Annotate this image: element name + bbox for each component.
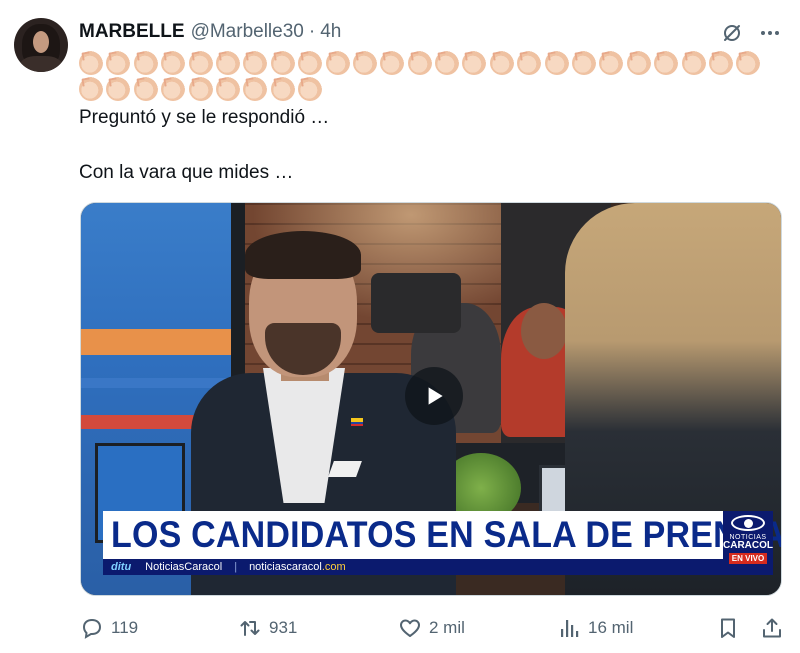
lower-third: LOS CANDIDATOS EN SALA DE PRENSA	[103, 511, 781, 559]
tweet-timestamp[interactable]: 4h	[320, 21, 341, 43]
clap-emoji-icon	[106, 77, 131, 101]
clap-emoji-icon	[626, 51, 651, 75]
avatar-face	[33, 31, 49, 53]
flag-pin	[351, 418, 363, 426]
clap-emoji-icon	[325, 51, 350, 75]
play-button[interactable]	[405, 367, 463, 425]
ticker-bar: ditu NoticiasCaracol | noticiascaracol .c…	[103, 559, 723, 575]
heart-icon	[400, 619, 420, 637]
clap-emoji-icon	[188, 51, 213, 75]
repost-icon	[240, 621, 260, 636]
clap-emoji-icon	[161, 77, 186, 101]
logo-line-2: CARACOL	[723, 540, 773, 551]
camera	[371, 273, 461, 333]
avatar[interactable]	[14, 18, 68, 72]
more-horizontal-icon[interactable]	[757, 20, 783, 46]
clap-emoji-icon	[572, 51, 597, 75]
reply-button[interactable]: 119	[80, 612, 138, 644]
clap-emoji-icon	[188, 77, 213, 101]
grok-icon[interactable]	[719, 20, 745, 46]
clap-emoji-icon	[681, 51, 706, 75]
ticker-url-suffix: .com	[321, 561, 346, 573]
views-count: 16 mil	[588, 618, 634, 637]
share-icon	[763, 618, 781, 638]
like-count: 2 mil	[429, 618, 465, 637]
clap-emoji-icon	[215, 51, 240, 75]
bookmark-button[interactable]	[716, 612, 740, 644]
guest-hair	[245, 231, 361, 279]
clap-emojis	[79, 51, 779, 103]
clap-emoji-icon	[736, 51, 761, 75]
studio-stripe	[81, 329, 233, 355]
clap-emoji-icon	[270, 51, 295, 75]
headline: LOS CANDIDATOS EN SALA DE PRENSA	[111, 513, 782, 556]
clap-emoji-icon	[352, 51, 377, 75]
clap-emoji-icon	[106, 51, 131, 75]
clap-row-1	[79, 51, 779, 77]
ticker-brand: ditu	[111, 561, 132, 573]
tweet-text-line-2: Con la vara que mides …	[79, 162, 294, 183]
header-separator: ·	[308, 21, 316, 42]
clap-emoji-icon	[133, 77, 158, 101]
repost-button[interactable]: 931	[238, 612, 297, 644]
clap-emoji-icon	[489, 51, 514, 75]
live-badge: EN VIVO	[728, 553, 768, 564]
clap-emoji-icon	[435, 51, 460, 75]
studio-stripe	[81, 378, 233, 388]
clap-emoji-icon	[243, 51, 268, 75]
background-person-head	[521, 303, 567, 359]
clap-emoji-icon	[599, 51, 624, 75]
action-bar: 119 931 2 mil 16 mil	[0, 612, 800, 644]
views-button[interactable]: 16 mil	[557, 612, 633, 644]
clap-emoji-icon	[517, 51, 542, 75]
share-button[interactable]	[760, 612, 784, 644]
clap-emoji-icon	[380, 51, 405, 75]
video-player[interactable]: LOS CANDIDATOS EN SALA DE PRENSA ditu No…	[80, 202, 782, 596]
clap-emoji-icon	[407, 51, 432, 75]
clap-emoji-icon	[270, 77, 295, 101]
avatar-body	[20, 56, 62, 72]
clap-emoji-icon	[298, 77, 323, 101]
clap-emoji-icon	[708, 51, 733, 75]
clap-emoji-icon	[298, 51, 323, 75]
tweet-text-line-1: Preguntó y se le respondió …	[79, 107, 330, 128]
tweet-header: MARBELLE @Marbelle30 · 4h	[79, 20, 341, 44]
play-icon	[428, 387, 443, 405]
clap-emoji-icon	[544, 51, 569, 75]
clap-row-2	[79, 77, 779, 103]
display-name[interactable]: MARBELLE	[79, 21, 185, 43]
reply-icon	[82, 618, 102, 639]
channel-logo: NOTICIAS CARACOL EN VIVO	[723, 511, 773, 575]
bookmark-icon	[721, 618, 735, 638]
clap-emoji-icon	[133, 51, 158, 75]
user-handle[interactable]: @Marbelle30	[191, 21, 304, 43]
ticker-separator: |	[234, 561, 238, 573]
ticker-source: NoticiasCaracol	[145, 561, 223, 573]
caracol-eye-icon	[731, 515, 765, 531]
clap-emoji-icon	[243, 77, 268, 101]
pocket-square	[328, 461, 362, 477]
reply-count: 119	[111, 618, 139, 637]
views-icon	[561, 620, 579, 637]
clap-emoji-icon	[161, 51, 186, 75]
clap-emoji-icon	[462, 51, 487, 75]
ticker-url: noticiascaracol	[249, 561, 322, 573]
clap-emoji-icon	[79, 77, 103, 101]
clap-emoji-icon	[79, 51, 103, 75]
clap-emoji-icon	[215, 77, 240, 101]
like-button[interactable]: 2 mil	[398, 612, 465, 644]
clap-emoji-icon	[654, 51, 679, 75]
repost-count: 931	[269, 618, 298, 637]
